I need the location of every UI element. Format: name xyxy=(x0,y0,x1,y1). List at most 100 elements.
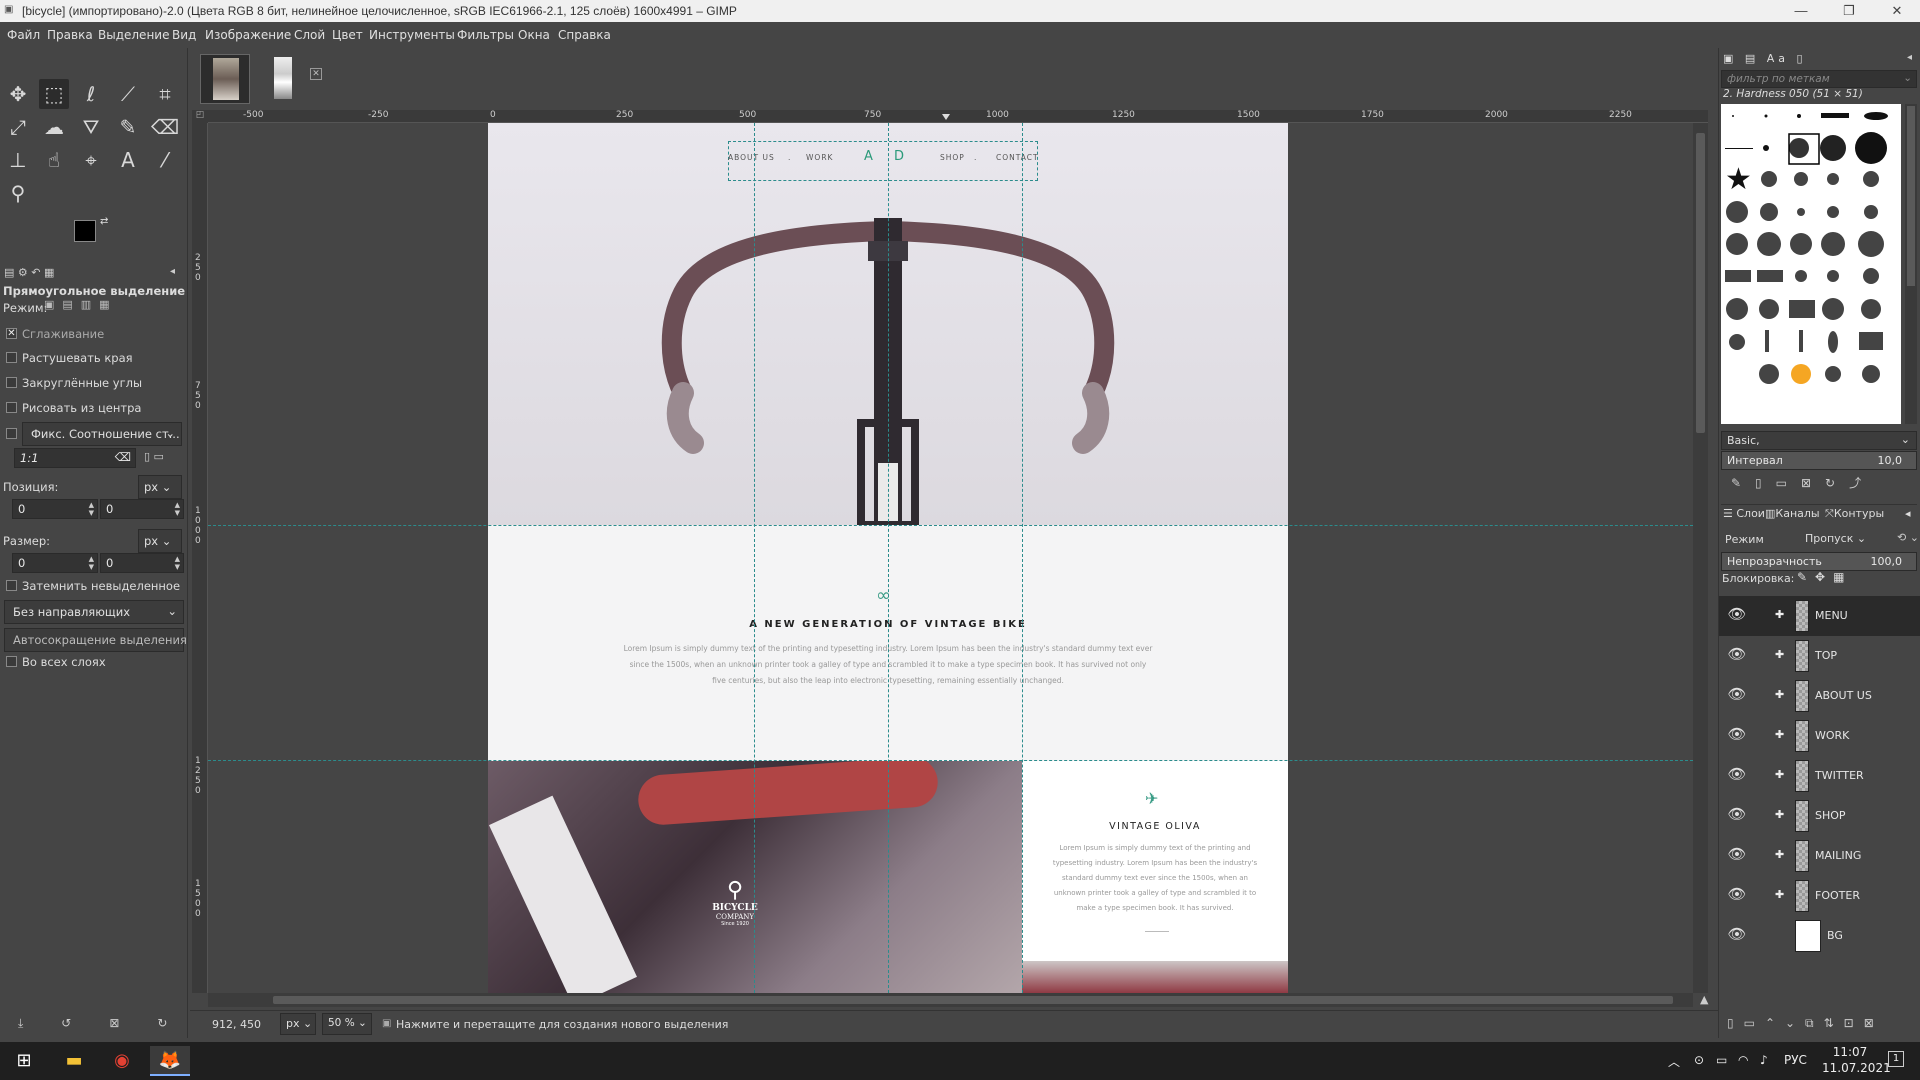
visibility-eye-icon[interactable]: 👁 xyxy=(1725,725,1749,745)
position-x-field[interactable]: 0 ▲ ▼ xyxy=(12,499,98,519)
menu-tools[interactable]: Инструменты xyxy=(369,28,455,42)
layer-row-bg[interactable]: 👁 BG xyxy=(1719,916,1920,956)
tab-channels[interactable]: ▥Каналы xyxy=(1765,507,1820,520)
paths-tool-icon[interactable]: ⌖ xyxy=(76,145,106,175)
scroll-thumb[interactable] xyxy=(273,996,1673,1004)
visibility-eye-icon[interactable]: 👁 xyxy=(1725,925,1749,945)
layer-row-menu[interactable]: 👁 ✚ MENU xyxy=(1719,596,1920,636)
close-button[interactable]: ✕ xyxy=(1874,0,1920,22)
layer-actions-icons[interactable]: ▯▭⌃⌄⧉⇅⊡⊠ xyxy=(1727,1016,1884,1031)
file-explorer-icon[interactable]: ▬ xyxy=(54,1046,94,1076)
guide-horizontal[interactable] xyxy=(208,525,1693,526)
chrome-icon[interactable]: ◉ xyxy=(102,1046,142,1076)
menu-view[interactable]: Вид xyxy=(172,28,196,42)
autoshrink-button[interactable]: Автосокращение выделения xyxy=(4,628,187,652)
language-indicator[interactable]: РУС xyxy=(1784,1053,1807,1067)
visibility-eye-icon[interactable]: 👁 xyxy=(1725,605,1749,625)
chain-icon[interactable]: ✚ xyxy=(1775,728,1784,741)
vertical-ruler[interactable]: 2 5 0 7 5 0 1 0 0 0 1 2 5 0 1 5 0 0 xyxy=(192,123,208,993)
size-unit-dropdown[interactable]: px ⌄ xyxy=(138,529,182,553)
layer-row-footer[interactable]: 👁 ✚ FOOTER xyxy=(1719,876,1920,916)
brush-grid[interactable]: ★ xyxy=(1721,104,1901,424)
rounded-checkbox[interactable] xyxy=(6,377,17,388)
clear-icon[interactable]: ⌫ xyxy=(115,450,131,464)
all-layers-checkbox[interactable] xyxy=(6,656,17,667)
visibility-eye-icon[interactable]: 👁 xyxy=(1725,885,1749,905)
menu-color[interactable]: Цвет xyxy=(332,28,363,42)
brush-tab-icons[interactable]: ▣ ▤ Aa ▯ xyxy=(1723,52,1807,65)
chain-icon[interactable]: ✚ xyxy=(1775,848,1784,861)
tool-options-footer-icons[interactable]: ⤓↺⊠↻ xyxy=(18,1016,205,1031)
mode-switch-icons[interactable]: ⟲ ⌄ xyxy=(1897,531,1919,544)
brush-spacing-slider[interactable]: Интервал 10,0 xyxy=(1721,451,1917,470)
menu-filters[interactable]: Фильтры xyxy=(457,28,514,42)
panel-menu-icon[interactable]: ◂ xyxy=(170,266,175,277)
fixed-checkbox[interactable] xyxy=(6,428,17,439)
color-picker-tool-icon[interactable]: ⁄ xyxy=(150,145,180,175)
chain-icon[interactable]: ✚ xyxy=(1775,808,1784,821)
warp-tool-icon[interactable]: ☁ xyxy=(39,112,69,142)
layer-row-shop[interactable]: 👁 ✚ SHOP xyxy=(1719,796,1920,836)
portrait-landscape-icons[interactable]: ▯ ▭ xyxy=(144,450,164,463)
panel-menu-icon[interactable]: ◂ xyxy=(1905,507,1911,520)
layer-mode-dropdown[interactable]: Пропуск ⌄ xyxy=(1801,529,1897,549)
from-center-checkbox[interactable] xyxy=(6,402,17,413)
spin-icon[interactable]: ▲ ▼ xyxy=(89,501,94,517)
paintbrush-tool-icon[interactable]: ✎ xyxy=(113,112,143,142)
layer-row-mailing[interactable]: 👁 ✚ MAILING xyxy=(1719,836,1920,876)
smudge-tool-icon[interactable]: ☝ xyxy=(39,145,69,175)
position-y-field[interactable]: 0 ▲ ▼ xyxy=(100,499,184,519)
minimize-button[interactable]: — xyxy=(1778,0,1824,22)
menu-select[interactable]: Выделение xyxy=(98,28,169,42)
tray-device-icon[interactable]: ▭ xyxy=(1716,1053,1727,1067)
transform-tool-icon[interactable]: ⤢ xyxy=(3,112,33,142)
visibility-eye-icon[interactable]: 👁 xyxy=(1725,685,1749,705)
crop-tool-icon[interactable]: ⌗ xyxy=(150,79,180,109)
chain-icon[interactable]: ✚ xyxy=(1775,648,1784,661)
scroll-thumb[interactable] xyxy=(1696,133,1705,433)
menu-file[interactable]: Файл xyxy=(7,28,40,42)
image-canvas[interactable]: ABOUT US . WORK A D SHOP . CONTACT ∞ A N… xyxy=(208,123,1693,993)
gimp-taskbar-icon[interactable]: 🦊 xyxy=(150,1046,190,1076)
menu-image[interactable]: Изображение xyxy=(205,28,291,42)
close-tab-icon[interactable]: ✕ xyxy=(310,68,322,80)
text-tool-icon[interactable]: A xyxy=(113,145,143,175)
maximize-button[interactable]: ❐ xyxy=(1826,0,1872,22)
vertical-scrollbar[interactable] xyxy=(1693,123,1708,993)
tray-app-icon[interactable]: ⊙ xyxy=(1694,1053,1704,1067)
size-w-field[interactable]: 0 ▲ ▼ xyxy=(12,553,98,573)
guide-vertical[interactable] xyxy=(754,123,755,993)
spin-icon[interactable]: ▲ ▼ xyxy=(89,555,94,571)
zoom-tool-icon[interactable]: ⚲ xyxy=(3,178,33,208)
navigate-icon[interactable]: ▲ xyxy=(1700,993,1708,1006)
dock-menu-icon[interactable]: ◂ xyxy=(1907,52,1912,63)
ratio-field[interactable]: 1:1 ⌫ xyxy=(14,448,136,468)
guide-vertical[interactable] xyxy=(1022,123,1023,993)
tool-options-tab-icons[interactable]: ▤ ⚙ ↶ ▦ xyxy=(4,266,54,279)
foreground-color-swatch[interactable] xyxy=(74,220,96,242)
brush-grid-scrollbar[interactable] xyxy=(1905,104,1917,424)
eraser-tool-icon[interactable]: ⌫ xyxy=(150,112,180,142)
image-tab[interactable] xyxy=(258,54,308,104)
volume-icon[interactable]: ♪ xyxy=(1760,1053,1768,1067)
tab-paths[interactable]: ⤧Контуры xyxy=(1825,507,1884,521)
layer-row-about-us[interactable]: 👁 ✚ ABOUT US xyxy=(1719,676,1920,716)
swap-colors-icon[interactable]: ⇄ xyxy=(100,216,108,227)
visibility-eye-icon[interactable]: 👁 xyxy=(1725,845,1749,865)
image-tab-active[interactable] xyxy=(200,54,250,104)
feather-checkbox[interactable] xyxy=(6,352,17,363)
spin-icon[interactable]: ▲ ▼ xyxy=(175,555,180,571)
clock-time[interactable]: 11:07 xyxy=(1822,1045,1878,1059)
zoom-dropdown[interactable]: 50 % ⌄ xyxy=(322,1013,372,1035)
position-unit-dropdown[interactable]: px ⌄ xyxy=(138,475,182,499)
opacity-slider[interactable]: Непрозрачность 100,0 xyxy=(1721,552,1917,571)
ruler-corner-icon[interactable]: ◰ xyxy=(192,110,208,123)
clone-tool-icon[interactable]: ⊥ xyxy=(3,145,33,175)
tray-chevron-icon[interactable]: ︿ xyxy=(1668,1053,1680,1070)
brush-preset-dropdown[interactable]: Basic, ⌄ xyxy=(1721,431,1917,450)
fuzzy-select-tool-icon[interactable]: ⟋ xyxy=(113,79,143,109)
move-tool-icon[interactable]: ✥ xyxy=(3,79,33,109)
windows-start-icon[interactable]: ⊞ xyxy=(4,1046,44,1076)
lasso-tool-icon[interactable]: ℓ xyxy=(76,79,106,109)
rect-select-tool-icon[interactable]: ⬚ xyxy=(39,79,69,109)
